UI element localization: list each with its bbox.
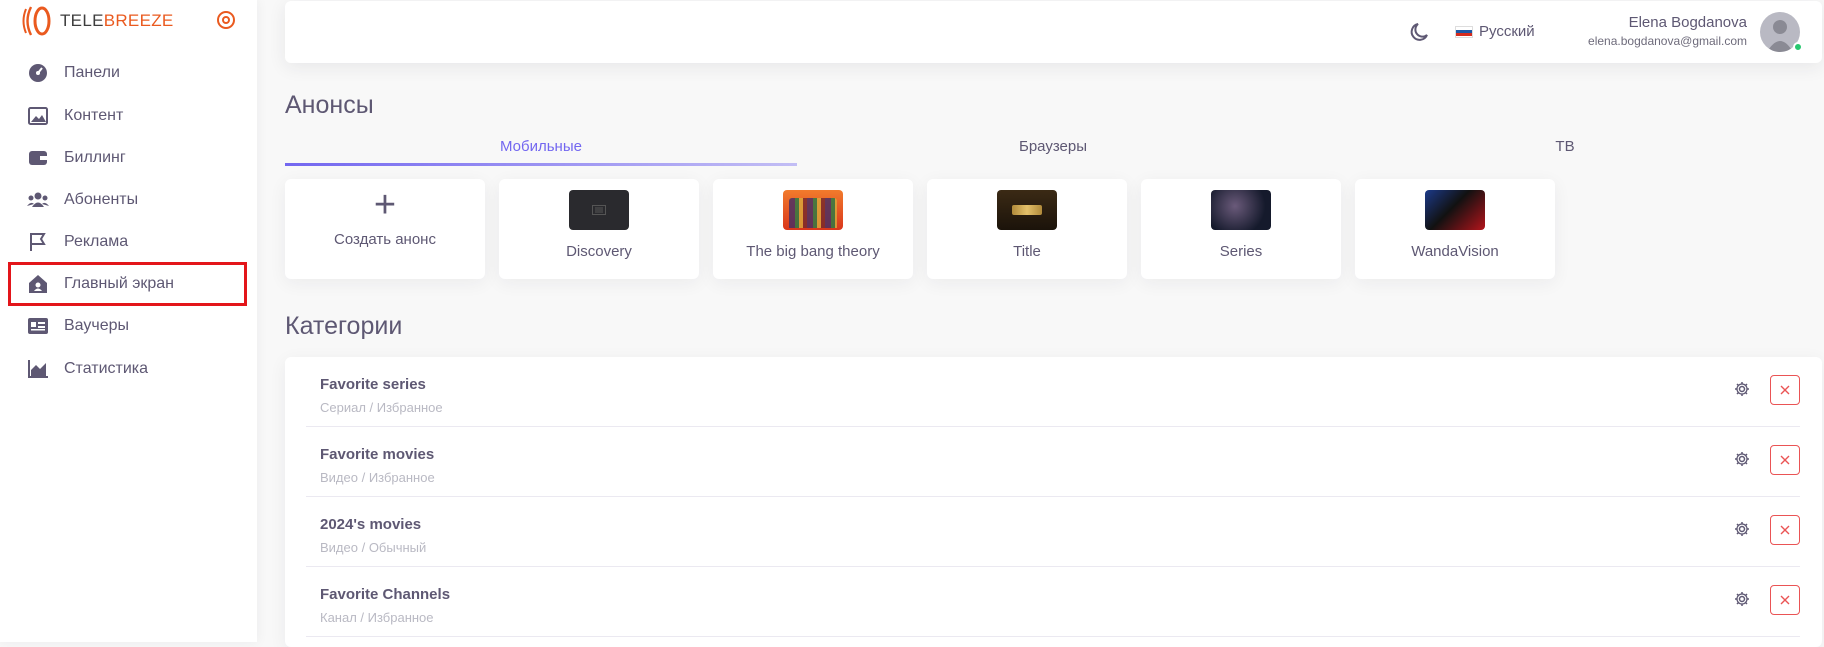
online-status-badge: [1793, 42, 1803, 52]
sidebar-item-label: Статистика: [64, 360, 149, 377]
voucher-icon: [26, 314, 50, 338]
announcement-card[interactable]: Title: [927, 179, 1127, 279]
sidebar-item-label: Биллинг: [64, 149, 126, 166]
sidebar: TELEBREEZE Панели Контент Биллинг Абонен…: [0, 0, 257, 642]
table-row: 2024's movies Видео / Обычный: [306, 497, 1800, 567]
sidebar-item-ads[interactable]: Реклама: [10, 222, 245, 262]
category-name: Favorite movies: [320, 446, 435, 463]
delete-button[interactable]: [1770, 445, 1800, 475]
users-icon: [26, 188, 50, 212]
tab-mobile[interactable]: Мобильные: [285, 134, 797, 166]
dashboard-icon: [26, 61, 50, 85]
user-info[interactable]: Elena Bogdanova elena.bogdanova@gmail.co…: [1588, 14, 1747, 48]
announcement-title: Discovery: [566, 243, 632, 260]
settings-gear-icon[interactable]: [1734, 591, 1750, 612]
wallet-icon: [26, 146, 50, 170]
category-type: Канал / Избранное: [320, 610, 434, 625]
category-type: Видео / Избранное: [320, 470, 435, 485]
tab-browsers[interactable]: Браузеры: [797, 134, 1309, 166]
close-icon: [1780, 455, 1790, 465]
brand-logo[interactable]: TELEBREEZE: [20, 6, 174, 36]
settings-gear-icon[interactable]: [1734, 381, 1750, 402]
user-name: Elena Bogdanova: [1628, 14, 1747, 31]
user-email: elena.bogdanova@gmail.com: [1588, 34, 1747, 48]
announcement-card[interactable]: Discovery: [499, 179, 699, 279]
sidebar-item-content[interactable]: Контент: [10, 96, 245, 136]
dark-mode-toggle-icon[interactable]: [1409, 21, 1431, 48]
close-icon: [1780, 525, 1790, 535]
top-navbar: Русский Elena Bogdanova elena.bogdanova@…: [285, 1, 1822, 63]
close-icon: [1780, 385, 1790, 395]
sidebar-item-label: Панели: [64, 64, 120, 81]
sidebar-item-billing[interactable]: Биллинг: [10, 138, 245, 178]
home-icon: [26, 272, 50, 296]
tab-tv[interactable]: ТВ: [1309, 134, 1821, 166]
announcement-title: WandaVision: [1411, 243, 1499, 260]
category-name: Favorite series: [320, 376, 426, 393]
categories-panel: Favorite series Сериал / Избранное Favor…: [285, 357, 1822, 647]
sidebar-item-label: Ваучеры: [64, 317, 130, 334]
announcement-thumbnail: [569, 190, 629, 230]
announcements-tabs: Мобильные Браузеры ТВ: [285, 134, 1822, 166]
create-announcement-card[interactable]: + Создать анонс: [285, 179, 485, 279]
announcements-title: Анонсы: [285, 91, 374, 119]
table-row: Favorite movies Видео / Избранное: [306, 427, 1800, 497]
russia-flag-icon: [1455, 25, 1473, 38]
sidebar-item-label: Контент: [64, 107, 124, 124]
announcement-thumbnail: [1425, 190, 1485, 230]
brand-name: TELEBREEZE: [60, 11, 174, 30]
sidebar-item-home-screen[interactable]: Главный экран: [8, 262, 247, 306]
language-label: Русский: [1479, 23, 1535, 40]
announcement-cards: + Создать анонс Discovery The big bang t…: [285, 179, 1569, 279]
sidebar-item-label: Реклама: [64, 233, 129, 250]
create-announcement-label: Создать анонс: [334, 231, 436, 248]
announcement-card[interactable]: Series: [1141, 179, 1341, 279]
announcement-title: Title: [1013, 243, 1041, 260]
settings-gear-icon[interactable]: [1734, 521, 1750, 542]
sidebar-collapse-icon[interactable]: [216, 10, 236, 35]
sidebar-item-subscribers[interactable]: Абоненты: [10, 180, 245, 220]
announcement-card[interactable]: WandaVision: [1355, 179, 1555, 279]
announcement-card[interactable]: The big bang theory: [713, 179, 913, 279]
close-icon: [1780, 595, 1790, 605]
chart-icon: [26, 357, 50, 381]
announcement-thumbnail: [783, 190, 843, 230]
announcement-thumbnail: [997, 190, 1057, 230]
table-row: Favorite series Сериал / Избранное: [306, 357, 1800, 427]
telebreeze-logo-icon: [22, 6, 51, 36]
language-selector[interactable]: Русский: [1455, 23, 1535, 40]
sidebar-item-label: Абоненты: [64, 191, 139, 208]
category-type: Видео / Обычный: [320, 540, 427, 555]
announcement-title: The big bang theory: [746, 243, 880, 260]
delete-button[interactable]: [1770, 375, 1800, 405]
category-type: Сериал / Избранное: [320, 400, 443, 415]
plus-icon: +: [373, 184, 397, 226]
sidebar-item-statistics[interactable]: Статистика: [10, 349, 245, 389]
settings-gear-icon[interactable]: [1734, 451, 1750, 472]
categories-title: Категории: [285, 312, 403, 340]
delete-button[interactable]: [1770, 515, 1800, 545]
delete-button[interactable]: [1770, 585, 1800, 615]
sidebar-item-vouchers[interactable]: Ваучеры: [10, 306, 245, 346]
announcement-thumbnail: [1211, 190, 1271, 230]
announcement-title: Series: [1219, 243, 1263, 260]
image-icon: [26, 104, 50, 128]
sidebar-item-panels[interactable]: Панели: [10, 53, 245, 93]
category-name: Favorite Channels: [320, 586, 451, 603]
category-name: 2024's movies: [320, 516, 422, 533]
table-row: Favorite Channels Канал / Избранное: [306, 567, 1800, 637]
flag-icon: [26, 230, 50, 254]
sidebar-item-label: Главный экран: [64, 275, 175, 292]
